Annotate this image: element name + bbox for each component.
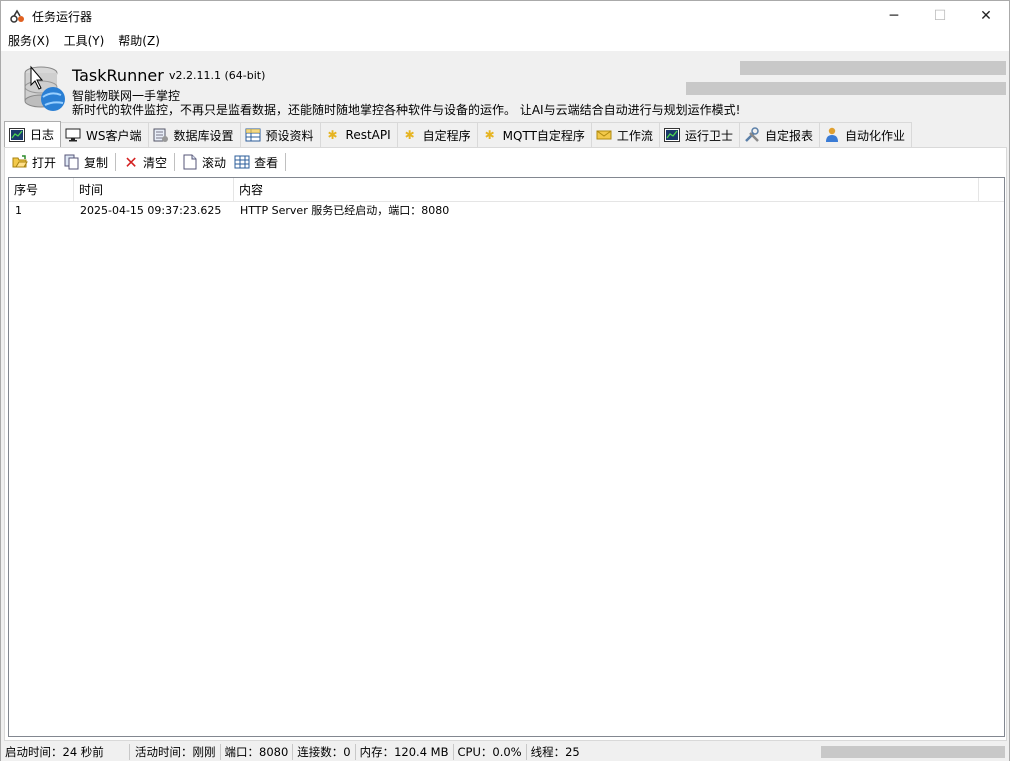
status-memory: 内存：120.4 MB bbox=[356, 744, 454, 760]
chart-icon bbox=[663, 127, 680, 143]
view-button[interactable]: 查看 bbox=[230, 151, 282, 173]
copy-label: 复制 bbox=[84, 155, 109, 170]
menu-tools[interactable]: 工具(Y) bbox=[57, 31, 112, 51]
grid-view-icon bbox=[234, 154, 250, 170]
tab-run-guard[interactable]: 运行卫士 bbox=[658, 122, 740, 147]
puzzle-icon: ✱ bbox=[327, 128, 338, 142]
scroll-label: 滚动 bbox=[202, 155, 227, 170]
status-bar: 启动时间：24 秒前 活动时间：刚刚 端口：8080 连接数：0 内存：120.… bbox=[1, 742, 1009, 761]
log-tab-panel: 打开 复制 ✕ 清空 滚动 查看 序号 时间 内容 1 2025-04-15 0… bbox=[4, 147, 1007, 741]
log-toolbar: 打开 复制 ✕ 清空 滚动 查看 bbox=[8, 151, 289, 173]
tab-label: 运行卫士 bbox=[684, 128, 733, 143]
scroll-button[interactable]: 滚动 bbox=[178, 151, 230, 173]
view-label: 查看 bbox=[254, 155, 279, 170]
tab-mqtt-custom-program[interactable]: ✱ MQTT自定程序 bbox=[476, 122, 592, 147]
tab-log[interactable]: 日志 bbox=[4, 121, 62, 147]
menu-help[interactable]: 帮助(Z) bbox=[111, 31, 167, 51]
close-button[interactable]: ✕ bbox=[963, 1, 1009, 31]
column-header-time[interactable]: 时间 bbox=[74, 178, 234, 202]
toolbar-separator bbox=[174, 153, 176, 171]
monitor-icon bbox=[65, 127, 81, 143]
copy-button[interactable]: 复制 bbox=[60, 151, 112, 173]
status-threads: 线程：25 bbox=[530, 745, 580, 759]
redacted-area bbox=[686, 82, 1006, 95]
app-name: TaskRunner bbox=[72, 66, 164, 85]
redacted-area bbox=[740, 61, 1006, 75]
cell-index: 1 bbox=[15, 204, 22, 217]
tab-custom-report[interactable]: 自定报表 bbox=[738, 122, 820, 147]
toolbar-separator bbox=[285, 153, 287, 171]
table-icon bbox=[245, 127, 261, 143]
puzzle-icon: ✱ bbox=[404, 128, 415, 142]
status-active-time: 活动时间：刚刚 bbox=[130, 744, 221, 760]
tab-workflow[interactable]: 工作流 bbox=[590, 122, 660, 147]
app-window: 任务运行器 ─ ☐ ✕ 服务(X) 工具(Y) 帮助(Z) TaskRunner bbox=[0, 0, 1010, 761]
tab-label: 自动化作业 bbox=[844, 128, 905, 143]
tab-label: RestAPI bbox=[345, 128, 391, 142]
column-header-content[interactable]: 内容 bbox=[234, 178, 979, 202]
cell-content: HTTP Server 服务已经启动，端口：8080 bbox=[240, 204, 450, 217]
tab-strip: 日志 WS客户端 数据库设置 预设资料 ✱ RestAPI ✱ 自定程序 ✱ M… bbox=[4, 121, 912, 147]
status-connections: 连接数：0 bbox=[293, 744, 356, 760]
column-header-index[interactable]: 序号 bbox=[9, 178, 74, 202]
open-button[interactable]: 打开 bbox=[8, 151, 60, 173]
window-title: 任务运行器 bbox=[32, 9, 93, 24]
redacted-area bbox=[821, 746, 1005, 758]
toolbar-separator bbox=[115, 153, 117, 171]
tools-icon bbox=[744, 127, 760, 143]
clear-label: 清空 bbox=[143, 155, 168, 170]
tab-label: 自定程序 bbox=[422, 128, 471, 143]
user-icon bbox=[824, 127, 840, 143]
tab-automation-job[interactable]: 自动化作业 bbox=[818, 122, 912, 147]
open-label: 打开 bbox=[32, 155, 57, 170]
status-cpu: CPU：0.0% bbox=[454, 744, 527, 760]
minimize-button[interactable]: ─ bbox=[871, 1, 917, 31]
log-table[interactable]: 序号 时间 内容 1 2025-04-15 09:37:23.625 HTTP … bbox=[8, 177, 1005, 737]
app-description: 新时代的软件监控，不再只是监看数据，还能随时随地掌控各种软件与设备的运作。 让A… bbox=[72, 103, 741, 117]
maximize-button[interactable]: ☐ bbox=[917, 1, 963, 31]
copy-icon bbox=[64, 154, 80, 170]
cell-time: 2025-04-15 09:37:23.625 bbox=[80, 204, 222, 217]
document-icon bbox=[182, 154, 198, 170]
table-row[interactable]: 1 2025-04-15 09:37:23.625 HTTP Server 服务… bbox=[9, 202, 1004, 220]
app-header: TaskRunner v2.2.11.1 (64-bit) 智能物联网一手掌控 … bbox=[1, 51, 1009, 121]
tab-custom-program[interactable]: ✱ 自定程序 bbox=[396, 122, 478, 147]
tab-ws-client[interactable]: WS客户端 bbox=[60, 122, 149, 147]
menu-bar: 服务(X) 工具(Y) 帮助(Z) bbox=[1, 31, 1009, 51]
tab-label: 自定报表 bbox=[764, 128, 813, 143]
database-settings-icon bbox=[153, 127, 169, 143]
folder-open-icon bbox=[12, 154, 28, 170]
clear-button[interactable]: ✕ 清空 bbox=[119, 151, 171, 173]
tab-label: MQTT自定程序 bbox=[502, 128, 585, 143]
workflow-icon bbox=[596, 127, 612, 143]
status-uptime: 启动时间：24 秒前 bbox=[1, 744, 130, 760]
tab-label: 日志 bbox=[30, 128, 55, 142]
tab-database-settings[interactable]: 数据库设置 bbox=[147, 122, 241, 147]
tab-restapi[interactable]: ✱ RestAPI bbox=[319, 122, 398, 147]
menu-service[interactable]: 服务(X) bbox=[1, 31, 57, 51]
database-globe-logo bbox=[21, 63, 67, 113]
tab-label: 数据库设置 bbox=[173, 128, 234, 143]
tab-presets[interactable]: 预设资料 bbox=[239, 122, 321, 147]
table-header: 序号 时间 内容 bbox=[9, 178, 1004, 202]
app-version: v2.2.11.1 (64-bit) bbox=[169, 69, 266, 82]
tab-label: WS客户端 bbox=[86, 128, 142, 143]
status-port: 端口：8080 bbox=[221, 744, 294, 760]
app-icon bbox=[10, 8, 26, 24]
delete-x-icon: ✕ bbox=[124, 152, 138, 172]
puzzle-icon: ✱ bbox=[484, 128, 495, 142]
title-bar: 任务运行器 ─ ☐ ✕ bbox=[1, 1, 1009, 31]
tab-label: 预设资料 bbox=[265, 128, 314, 143]
tab-label: 工作流 bbox=[616, 128, 653, 143]
log-chart-icon bbox=[9, 127, 25, 143]
